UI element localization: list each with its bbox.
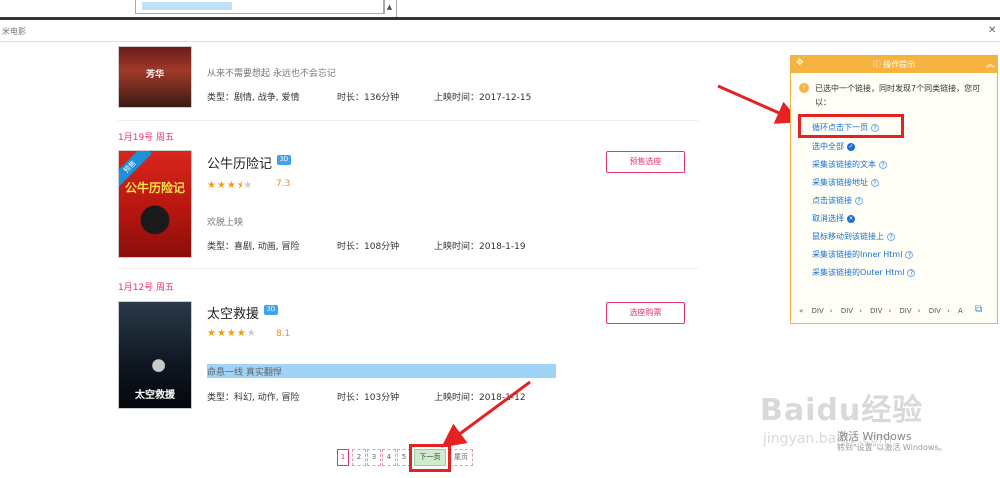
panel-title: 操作提示 xyxy=(883,60,916,69)
path-node[interactable]: DIV xyxy=(929,307,941,315)
help-icon: ? xyxy=(905,250,914,259)
action-hover-link[interactable]: 鼠标移动到该链接上? xyxy=(812,231,895,242)
help-icon: ? xyxy=(907,268,916,277)
baidu-watermark: Baidu经验 jingyan.baidu.com 激活 Windows 转到"… xyxy=(755,385,995,460)
help-icon: ? xyxy=(871,178,879,187)
activate-windows-subtitle: 转到"设置"以激活 Windows。 xyxy=(837,443,947,452)
action-select-all[interactable]: 选中全部 ✓ xyxy=(812,141,855,152)
path-node[interactable]: A xyxy=(958,307,963,315)
action-cancel-selection[interactable]: 取消选择 × xyxy=(812,213,855,224)
action-collect-outer-html[interactable]: 采集该链接的Outer Html? xyxy=(812,267,916,278)
external-link-icon[interactable]: ⧉ xyxy=(975,304,982,315)
arrow-to-loop-click xyxy=(717,84,801,124)
panel-header[interactable]: ✥ ⓘ 操作提示 ︽ xyxy=(791,56,997,73)
action-click-link[interactable]: 点击该链接? xyxy=(812,195,863,206)
operation-hint-panel: ✥ ⓘ 操作提示 ︽ ! 已选中一个链接，同时发现7个同类链接，您可以： 循环点… xyxy=(790,55,998,324)
alert-icon: ! xyxy=(799,83,809,93)
path-node[interactable]: DIV xyxy=(841,307,853,315)
check-icon: ✓ xyxy=(847,142,855,151)
action-collect-url[interactable]: 采集该链接地址? xyxy=(812,177,879,188)
help-icon: ? xyxy=(879,160,887,169)
action-collect-text[interactable]: 采集该链接的文本? xyxy=(812,159,887,170)
info-icon: ⓘ xyxy=(872,60,884,69)
element-path: « DIV › DIV › DIV › DIV › DIV › A xyxy=(799,307,963,315)
path-node[interactable]: DIV xyxy=(870,307,882,315)
path-back-icon[interactable]: « xyxy=(799,307,803,315)
annotation-box-loop-click xyxy=(798,114,904,138)
action-collect-inner-html[interactable]: 采集该链接的Inner Html? xyxy=(812,249,914,260)
collapse-icon[interactable]: ︽ xyxy=(986,57,995,70)
path-node[interactable]: DIV xyxy=(899,307,911,315)
help-icon: ? xyxy=(887,232,895,241)
arrow-to-next xyxy=(441,380,531,448)
path-node[interactable]: DIV xyxy=(812,307,824,315)
baidu-logo: Baidu经验 xyxy=(760,393,924,428)
help-icon: ? xyxy=(855,196,863,205)
close-circle-icon: × xyxy=(847,214,855,223)
panel-message: 已选中一个链接，同时发现7个同类链接，您可以： xyxy=(815,84,981,107)
